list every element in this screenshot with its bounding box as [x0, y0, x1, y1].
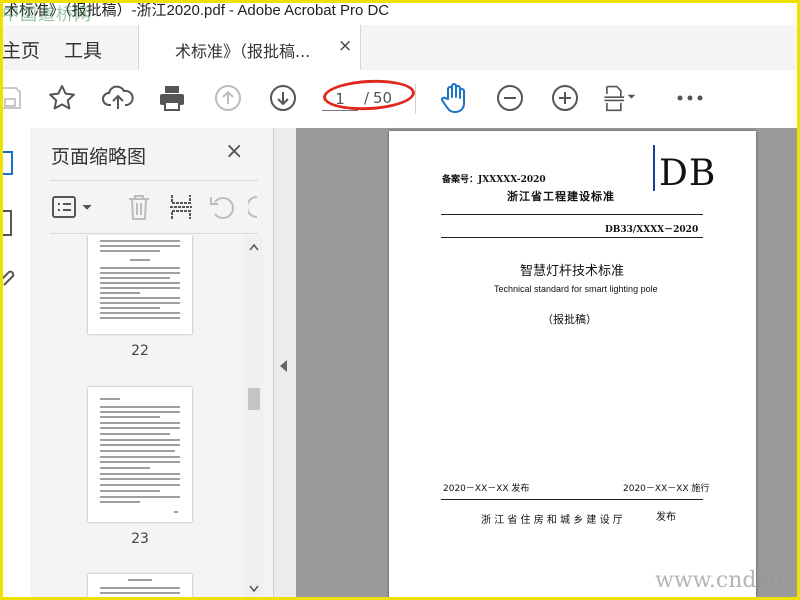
scroll-down-icon[interactable]	[249, 585, 259, 593]
attachment-icon[interactable]	[0, 263, 18, 293]
publish-date: 2020－XX－XX 发布	[443, 484, 530, 494]
thumbnail-options-icon[interactable]	[52, 195, 94, 219]
tab-home[interactable]: 主页	[2, 36, 40, 63]
rotate-icon[interactable]	[208, 193, 238, 221]
insert-page-icon[interactable]	[168, 193, 194, 221]
effective-date: 2020－XX－XX 施行	[623, 484, 710, 494]
thumbnail-label: 22	[131, 343, 149, 359]
publish-word: 发布	[656, 512, 676, 523]
page-down-icon[interactable]	[265, 80, 301, 116]
tab-tools[interactable]: 工具	[64, 36, 102, 63]
close-tab-icon[interactable]: ×	[338, 36, 352, 56]
document-title: 智慧灯杆技术标准	[520, 264, 625, 279]
db-logo: DB	[659, 153, 717, 194]
logo-divider	[653, 145, 655, 191]
scroll-up-icon[interactable]	[249, 243, 259, 251]
panel-toolbar	[50, 180, 258, 234]
standard-category: 浙江省工程建设标准	[507, 190, 615, 203]
thumbnail-page[interactable]	[88, 574, 192, 600]
standard-number: DB33/XXXX－2020	[605, 225, 699, 235]
bookmark-icon[interactable]	[0, 208, 18, 238]
hand-icon[interactable]	[436, 80, 472, 116]
save-icon[interactable]	[0, 80, 28, 116]
document-page: 备案号：JXXXXX-2020 浙江省工程建设标准 DB DB33/XXXX－2…	[389, 131, 756, 600]
delete-icon[interactable]	[126, 193, 152, 221]
fit-page-icon[interactable]	[602, 80, 638, 116]
rotate-right-icon[interactable]	[248, 193, 260, 221]
record-number: 备案号：JXXXXX-2020	[442, 175, 546, 185]
share-icon[interactable]	[780, 80, 800, 116]
thumbnail-label: 23	[131, 531, 149, 547]
collapse-panel-icon[interactable]	[280, 360, 287, 372]
thumbnail-list: 22 23	[30, 235, 245, 600]
watermark-top: 中国道桥网	[2, 5, 92, 25]
thumbnail-page[interactable]	[88, 235, 192, 334]
tab-document-label: 术标准》（报批稿...	[175, 42, 311, 61]
zoom-out-icon[interactable]	[492, 80, 528, 116]
thumbnail-scrollbar[interactable]	[245, 235, 263, 600]
close-panel-icon[interactable]: ×	[225, 139, 243, 164]
window-title-bar: 术标准》（报批稿）-浙江2020.pdf - Adobe Acrobat Pro…	[0, 0, 800, 25]
header-rule	[441, 214, 703, 215]
panel-title: 页面缩略图	[51, 146, 147, 168]
scroll-thumb[interactable]	[248, 388, 260, 410]
toolbar-divider	[415, 84, 416, 114]
tab-document[interactable]: 术标准》（报批稿... ×	[138, 25, 361, 70]
footer-rule	[441, 499, 703, 500]
draft-label: （报批稿）	[542, 313, 597, 326]
watermark-bottom: www.cndao.	[655, 568, 790, 593]
pages-icon[interactable]	[0, 148, 18, 178]
upload-icon[interactable]	[100, 80, 136, 116]
thumbnail-page[interactable]	[88, 387, 192, 522]
tab-bar: 主页 工具 术标准》（报批稿... ×	[0, 25, 800, 71]
zoom-in-icon[interactable]	[547, 80, 583, 116]
publisher-name: 浙 江 省 住 房 和 城 乡 建 设 厅	[481, 515, 623, 526]
document-title-en: Technical standard for smart lighting po…	[494, 284, 658, 294]
standard-rule	[441, 237, 703, 238]
print-icon[interactable]	[154, 80, 190, 116]
left-rail	[0, 128, 31, 600]
thumbnail-panel: 页面缩略图 × 22 23	[30, 128, 274, 600]
more-icon[interactable]	[672, 80, 708, 116]
page-up-icon[interactable]	[210, 80, 246, 116]
star-icon[interactable]	[44, 80, 80, 116]
